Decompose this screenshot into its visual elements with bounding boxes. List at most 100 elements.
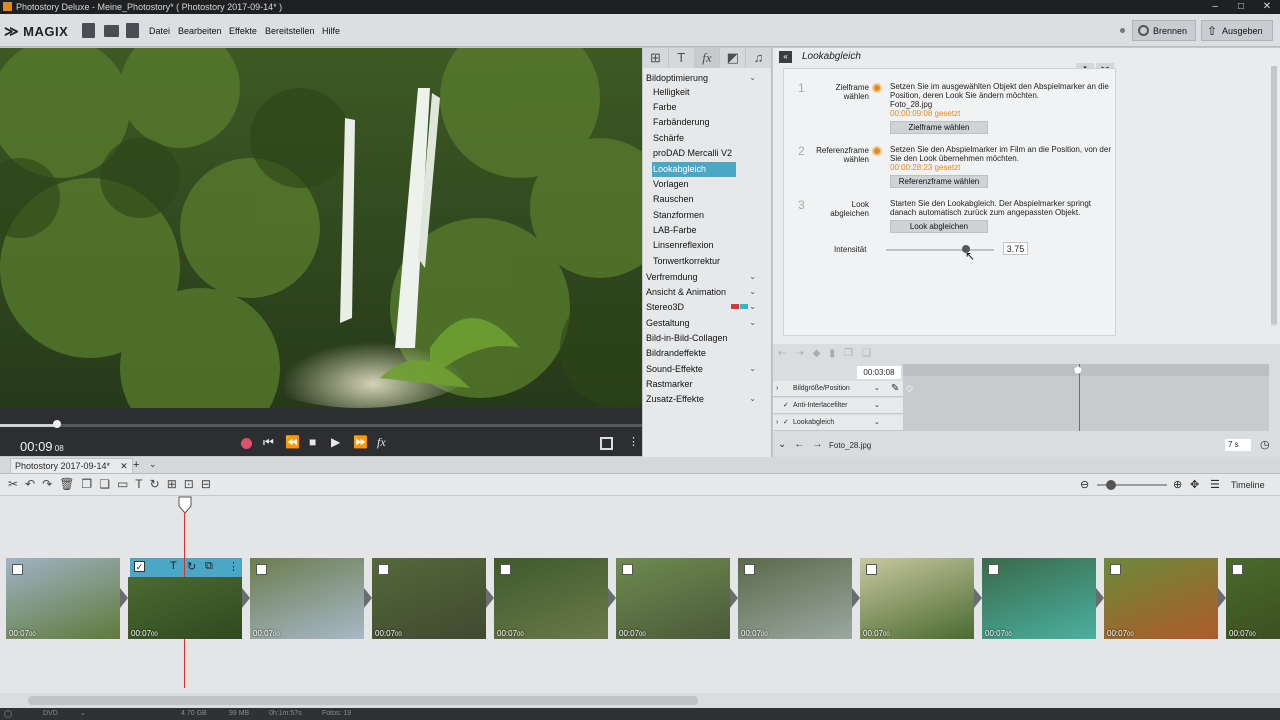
clip-checkbox[interactable] [744, 564, 755, 575]
zoom-slider-handle[interactable] [1106, 480, 1116, 490]
clip-checkbox[interactable] [1232, 564, 1243, 575]
chevron-down-icon[interactable]: ⌄ [80, 708, 86, 720]
skip-back-icon[interactable]: ⏮ [263, 435, 274, 450]
chevrons-down-icon[interactable]: ⌄ [778, 439, 786, 450]
playhead-marker-icon[interactable]: ⬟ [1074, 365, 1082, 376]
disc-type[interactable]: DVD [43, 708, 58, 720]
expand-icon[interactable]: › [773, 419, 778, 426]
timeline-area[interactable]: ✓ T ↻ ⧉ ⋮ 00:0700 00:0700 00:0700 00:0700 00… [0, 496, 1280, 693]
effect-vorlagen[interactable]: Vorlagen [652, 177, 736, 192]
checkbox-icon[interactable]: ✓ [783, 398, 789, 414]
category-stereo3d[interactable]: Stereo3D ⌄ [646, 302, 766, 312]
crop-icon[interactable]: ⊡ [184, 477, 194, 491]
scrub-handle[interactable] [53, 420, 61, 428]
expand-icon[interactable]: › [773, 385, 778, 392]
transition-icon[interactable] [242, 588, 250, 608]
effect-linsenreflexion[interactable]: Linsenreflexion [652, 238, 736, 253]
more-options-icon[interactable]: ⋮ [628, 435, 639, 448]
redo-icon[interactable]: ↷ [42, 477, 52, 491]
save-icon[interactable] [126, 23, 139, 38]
effect-lab-farbe[interactable]: LAB-Farbe [652, 223, 736, 238]
menu-hilfe[interactable]: Hilfe [322, 26, 340, 36]
keyframe-row[interactable]: ✓ Anti-Interlacefilter ⌄ [773, 398, 903, 414]
pen-icon[interactable]: ✎ [891, 383, 899, 394]
category-bildrandeffekte[interactable]: Bildrandeffekte [646, 348, 766, 358]
timeline-clip[interactable]: 00:0700 [738, 558, 852, 639]
add-tab-button[interactable]: + [133, 459, 139, 471]
copy-keyframe-icon[interactable]: ❐ [844, 348, 853, 359]
duplicate-icon[interactable]: ▭ [117, 477, 128, 491]
delete-keyframe-icon[interactable]: ▮ [829, 348, 835, 359]
duration-field[interactable]: 7 s [1225, 439, 1251, 451]
clip-checkbox[interactable] [866, 564, 877, 575]
intensity-slider[interactable] [886, 249, 994, 251]
menu-bereitstellen[interactable]: Bereitstellen [265, 26, 315, 36]
timeline-clip[interactable]: 00:0700 [616, 558, 730, 639]
preview-scrub-bar[interactable] [0, 408, 642, 430]
more-icon[interactable]: ⋮ [228, 560, 239, 573]
clip-checkbox[interactable] [500, 564, 511, 575]
category-rastmarker[interactable]: Rastmarker [646, 379, 766, 389]
look-abgleichen-button[interactable]: Look abgleichen [890, 220, 988, 233]
effect-farbaenderung[interactable]: Farbänderung [652, 115, 736, 130]
clip-checkbox-checked[interactable]: ✓ [134, 561, 145, 572]
category-bild-in-bild[interactable]: Bild-in-Bild-Collagen [646, 333, 766, 343]
tab-templates[interactable]: ⊞ [643, 48, 669, 68]
scrollbar-thumb[interactable] [28, 696, 698, 705]
project-tab[interactable]: Photostory 2017-09-14* ✕ [10, 458, 133, 473]
group-icon[interactable]: ⊟ [201, 477, 211, 491]
timeline-clip[interactable]: 00:0700 [250, 558, 364, 639]
fullscreen-icon[interactable] [600, 437, 613, 450]
category-verfremdung[interactable]: Verfremdung ⌄ [646, 272, 766, 282]
prev-keyframe-icon[interactable]: ⇠ [778, 348, 786, 359]
timeline-clip[interactable]: 00:0700 [372, 558, 486, 639]
fast-forward-icon[interactable]: ⏩ [353, 435, 368, 449]
panel-scrollbar[interactable] [1271, 66, 1277, 326]
brennen-button[interactable]: Brennen [1132, 20, 1196, 41]
clip-checkbox[interactable] [256, 564, 267, 575]
text-icon[interactable]: T [135, 477, 142, 491]
keyframe-diamond-icon[interactable]: ◇ [906, 383, 913, 394]
clock-icon[interactable]: ◷ [1260, 438, 1270, 451]
transition-icon[interactable] [730, 588, 738, 608]
transition-icon[interactable] [1096, 588, 1104, 608]
playhead-handle[interactable] [178, 496, 192, 514]
timeline-clip[interactable]: 00:0700 [1104, 558, 1218, 639]
paste-icon[interactable]: ❏ [99, 477, 110, 491]
delete-icon[interactable]: 🗑 [59, 477, 74, 491]
intensity-input[interactable]: 3.75 [1003, 242, 1028, 255]
align-icon[interactable]: ⊞ [167, 477, 177, 491]
transition-icon[interactable] [852, 588, 860, 608]
new-file-icon[interactable] [82, 23, 95, 38]
open-folder-icon[interactable] [104, 25, 119, 37]
timeline-clip[interactable]: 00:0700 [128, 577, 242, 639]
cut-icon[interactable]: ✂ [8, 477, 18, 491]
add-keyframe-icon[interactable]: ◆ [813, 348, 821, 359]
timeline-clip[interactable]: 00:0700 [982, 558, 1096, 639]
close-button[interactable]: ✕ [1254, 0, 1280, 14]
category-zusatz-effekte[interactable]: Zusatz-Effekte ⌄ [646, 394, 766, 404]
fx-icon[interactable]: fx [377, 435, 386, 450]
undo-icon[interactable]: ↶ [25, 477, 35, 491]
effect-helligkeit[interactable]: Helligkeit [652, 85, 736, 100]
transition-icon[interactable] [364, 588, 372, 608]
effect-tonwertkorrektur[interactable]: Tonwertkorrektur [652, 254, 736, 269]
keyframe-row[interactable]: › Bildgröße/Position ⌄ [773, 381, 903, 397]
stop-icon[interactable]: ■ [309, 435, 316, 449]
effect-stanzformen[interactable]: Stanzformen [652, 208, 736, 223]
tab-text[interactable]: T [669, 48, 695, 68]
timeline-clip[interactable]: 00:0700 [1226, 558, 1280, 639]
checkbox-icon[interactable]: ✓ [783, 415, 789, 431]
tab-transitions[interactable]: ◩ [720, 48, 747, 68]
text-icon[interactable]: T [170, 560, 177, 572]
timeline-clip[interactable]: 00:0700 [494, 558, 608, 639]
effect-lookabgleich[interactable]: Lookabgleich [652, 162, 736, 177]
zoom-in-icon[interactable]: ⊕ [1173, 478, 1182, 491]
menu-bearbeiten[interactable]: Bearbeiten [178, 26, 222, 36]
menu-datei[interactable]: Datei [149, 26, 170, 36]
chevron-down-icon[interactable]: ⌄ [874, 415, 880, 431]
keyframe-ruler[interactable] [903, 364, 1269, 376]
effect-prodad-mercalli[interactable]: proDAD Mercalli V2 [652, 146, 736, 161]
view-mode-icon[interactable]: ☰ [1210, 478, 1220, 491]
keyframe-row[interactable]: › ✓ Lookabgleich ⌄ [773, 415, 903, 431]
